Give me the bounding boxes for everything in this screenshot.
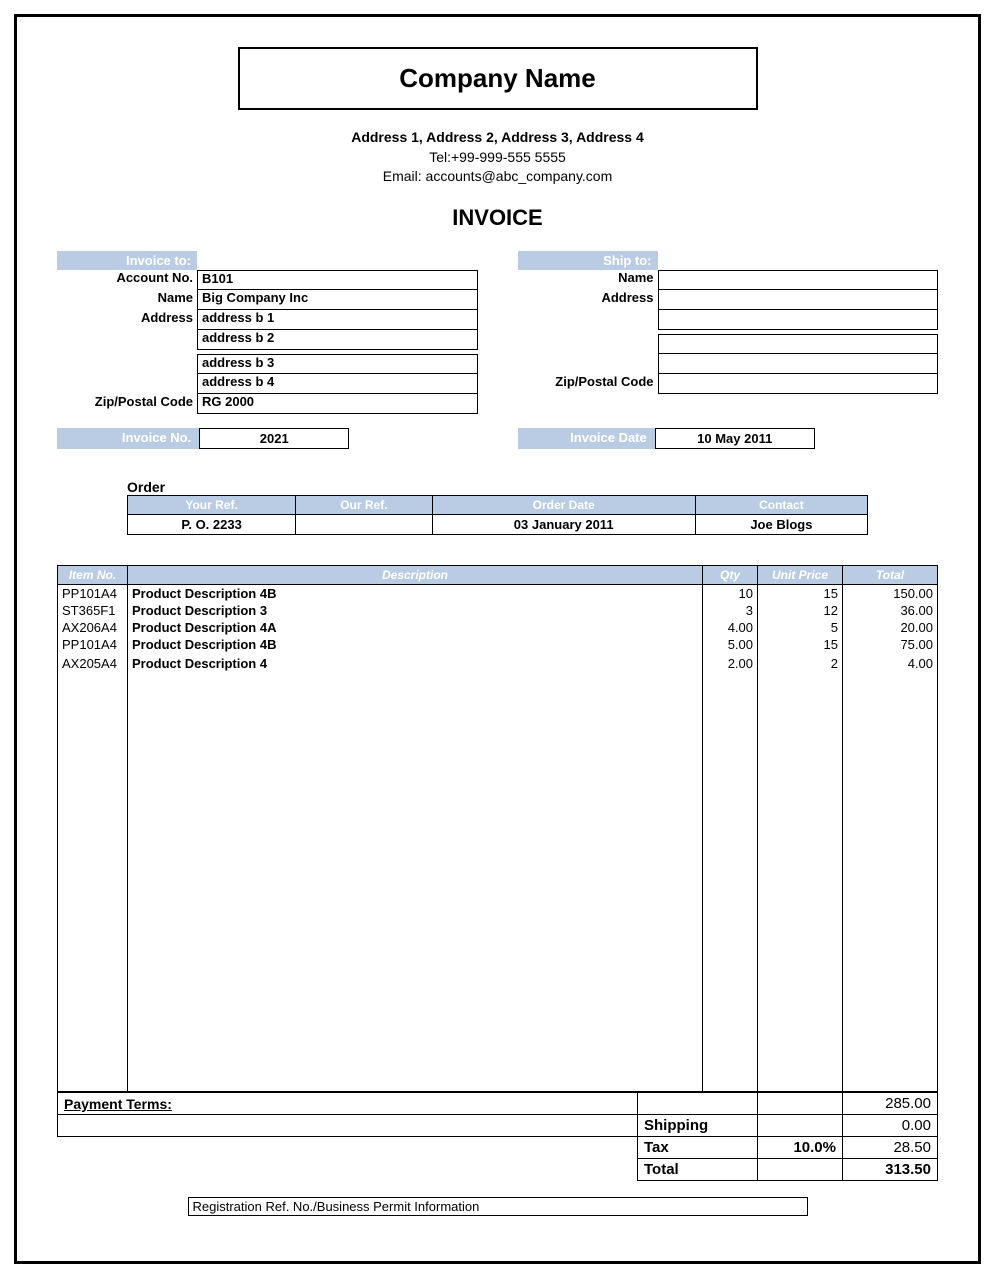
items-cell-unit_price: 12 [758,602,843,619]
company-tel: Tel:+99-999-555 5555 [57,148,938,168]
invoice-date-label: Invoice Date [518,428,655,449]
company-email: Email: accounts@abc_company.com [57,167,938,187]
summary-total: 313.50 [843,1159,938,1181]
order-h-contact: Contact [695,495,867,514]
label-ship-name: Name [518,270,658,290]
value-ship-addr1 [658,290,939,310]
summary-tax: 28.50 [843,1137,938,1159]
items-row: PP101A4Product Description 4B5.001575.00 [58,636,938,653]
invoice-to-column: Invoice to: Account No. B101 Name Big Co… [57,251,478,414]
order-date: 03 January 2011 [432,514,695,534]
tax-label: Tax [638,1137,758,1159]
items-cell-qty: 2.00 [703,655,758,672]
items-h-price: Unit Price [758,565,843,584]
value-account-no: B101 [197,270,478,290]
order-title: Order [127,479,868,495]
value-ship-addr3 [658,334,939,354]
items-section: Item No. Description Qty Unit Price Tota… [57,565,938,1182]
label-ship-zip: Zip/Postal Code [518,374,658,394]
items-cell-description: Product Description 4 [128,655,703,672]
items-row: AX206A4Product Description 4A4.00520.00 [58,619,938,636]
summary-shipping: 0.00 [843,1115,938,1137]
items-cell-qty: 5.00 [703,636,758,653]
items-cell-total: 20.00 [843,619,938,636]
invoice-no-label: Invoice No. [57,428,199,449]
items-filler-row [58,672,938,1092]
items-cell-qty: 4.00 [703,619,758,636]
summary-subtotal: 285.00 [843,1093,938,1115]
ship-to-column: Ship to: Name Address [518,251,939,414]
value-bill-addr2: address b 2 [197,330,478,350]
items-row: PP101A4Product Description 4B1015150.00 [58,584,938,602]
items-cell-total: 36.00 [843,602,938,619]
order-h-your-ref: Your Ref. [128,495,296,514]
value-ship-name [658,270,939,290]
items-cell-item_no: AX205A4 [58,655,128,672]
items-cell-unit_price: 15 [758,636,843,653]
items-row: ST365F1Product Description 331236.00 [58,602,938,619]
label-account-no: Account No. [57,270,197,290]
invoice-no-value: 2021 [199,428,349,449]
items-h-desc: Description [128,565,703,584]
order-contact: Joe Blogs [695,514,867,534]
value-bill-name: Big Company Inc [197,290,478,310]
order-our-ref [296,514,432,534]
value-ship-addr4 [658,354,939,374]
company-name-box: Company Name [238,47,758,110]
items-cell-total: 150.00 [843,584,938,602]
items-cell-description: Product Description 4B [128,636,703,653]
items-cell-unit_price: 15 [758,584,843,602]
payment-terms-label: Payment Terms: [58,1093,638,1115]
invoice-date-value: 10 May 2011 [655,428,815,449]
items-table: Item No. Description Qty Unit Price Tota… [57,565,938,1093]
items-cell-description: Product Description 3 [128,602,703,619]
order-h-date: Order Date [432,495,695,514]
value-bill-addr4: address b 4 [197,374,478,394]
items-cell-item_no: PP101A4 [58,636,128,653]
order-section: Order Your Ref. Our Ref. Order Date Cont… [127,479,868,535]
items-cell-item_no: ST365F1 [58,602,128,619]
order-your-ref: P. O. 2233 [128,514,296,534]
items-cell-qty: 10 [703,584,758,602]
items-h-no: Item No. [58,565,128,584]
items-row: AX205A4Product Description 42.0024.00 [58,655,938,672]
items-cell-item_no: PP101A4 [58,584,128,602]
summary-table: Payment Terms: 285.00 Shipping 0.00 Tax … [57,1092,938,1181]
label-ship-address: Address [518,290,658,310]
invoice-to-header: Invoice to: [57,251,197,270]
invoice-page: Company Name Address 1, Address 2, Addre… [14,14,981,1264]
doc-title: INVOICE [57,205,938,231]
items-cell-description: Product Description 4B [128,584,703,602]
label-bill-name: Name [57,290,197,310]
company-address: Address 1, Address 2, Address 3, Address… [57,128,938,148]
order-table: Your Ref. Our Ref. Order Date Contact P.… [127,495,868,535]
value-bill-addr1: address b 1 [197,310,478,330]
total-label: Total [638,1159,758,1181]
party-section: Invoice to: Account No. B101 Name Big Co… [57,251,938,414]
items-h-total: Total [843,565,938,584]
items-cell-total: 4.00 [843,655,938,672]
company-address-block: Address 1, Address 2, Address 3, Address… [57,128,938,187]
value-ship-zip [658,374,939,394]
tax-rate: 10.0% [758,1137,843,1159]
items-cell-qty: 3 [703,602,758,619]
ship-to-header: Ship to: [518,251,658,270]
order-h-our-ref: Our Ref. [296,495,432,514]
items-cell-total: 75.00 [843,636,938,653]
footer-registration: Registration Ref. No./Business Permit In… [188,1197,808,1216]
value-bill-zip: RG 2000 [197,394,478,414]
value-ship-addr2 [658,310,939,330]
shipping-label: Shipping [638,1115,758,1137]
items-cell-unit_price: 2 [758,655,843,672]
items-cell-unit_price: 5 [758,619,843,636]
label-bill-zip: Zip/Postal Code [57,394,197,414]
items-cell-item_no: AX206A4 [58,619,128,636]
items-cell-description: Product Description 4A [128,619,703,636]
invoice-meta-bar: Invoice No. 2021 Invoice Date 10 May 201… [57,428,938,449]
value-bill-addr3: address b 3 [197,354,478,374]
label-bill-address: Address [57,310,197,330]
items-h-qty: Qty [703,565,758,584]
